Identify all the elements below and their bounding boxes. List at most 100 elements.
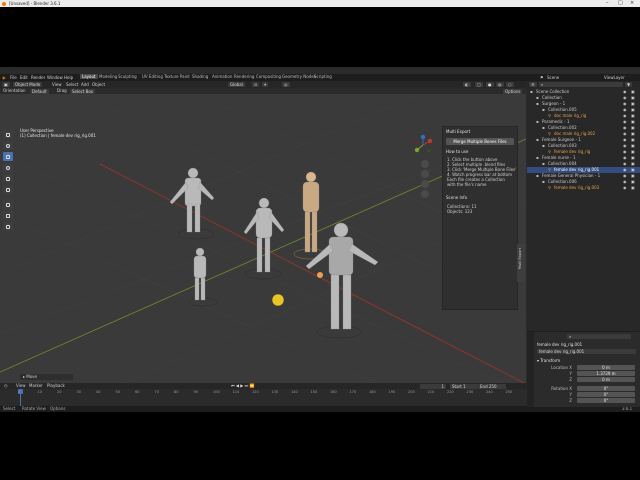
- annotate-tool-icon[interactable]: [3, 200, 13, 209]
- outliner[interactable]: ☰ ⌕ ▼ ▪ Scene Collection ◉ ▣ ▪ Collection ◉ ▣ ▪ S…: [527, 81, 640, 331]
- proportional-icon[interactable]: ◎: [282, 82, 290, 87]
- timeline-tick: 140: [291, 390, 298, 394]
- minimize-icon[interactable]: –: [606, 0, 609, 7]
- select-tool-icon[interactable]: [3, 130, 13, 139]
- filter-icon[interactable]: ▼: [625, 82, 633, 87]
- timeline-tick: 110: [232, 390, 240, 394]
- visibility-eye-icon[interactable]: ◉: [623, 185, 627, 191]
- workspace-tab-texture-paint[interactable]: Texture Paint: [162, 74, 192, 79]
- editor-type-icon[interactable]: ▣: [2, 82, 10, 87]
- orientation-dropdown[interactable]: Default: [30, 88, 49, 94]
- workspace-tab-rendering[interactable]: Rendering: [232, 74, 256, 79]
- menu-edit[interactable]: Edit: [20, 74, 28, 81]
- render-camera-icon[interactable]: ▣: [631, 185, 635, 191]
- end-frame-field[interactable]: End 250: [478, 383, 506, 389]
- rotate-tool-icon[interactable]: [3, 163, 13, 172]
- mode-selector[interactable]: Object Mode: [13, 82, 43, 87]
- drag-dropdown[interactable]: Select Box: [70, 88, 96, 94]
- top-menubar: ◉ File Edit Render Window Help Layout Mod…: [0, 74, 640, 81]
- rotation-x-field[interactable]: 0°: [577, 386, 635, 391]
- location-x-field[interactable]: 0 m: [577, 365, 635, 370]
- last-operator-panel[interactable]: ▸ Move: [20, 374, 73, 380]
- rendered-shading-icon[interactable]: ○: [506, 82, 514, 87]
- blender-menu-icon[interactable]: ◉: [2, 74, 6, 81]
- female-nurse-figure[interactable]: [243, 197, 285, 280]
- location-z-field[interactable]: 0 m: [577, 377, 635, 382]
- how-to-use-heading: How to use: [446, 149, 469, 154]
- location-y-field[interactable]: 1.3729 m: [577, 371, 635, 376]
- object-name-field[interactable]: female dev rig_rig.001: [537, 349, 636, 354]
- timeline-tick: 210: [427, 390, 435, 394]
- menu-view[interactable]: View: [52, 81, 62, 88]
- timeline-tick: 90: [193, 390, 198, 394]
- workspace-tab-sculpting[interactable]: Sculpting: [116, 74, 139, 79]
- cursor-tool-icon[interactable]: [3, 141, 13, 150]
- workspace-tab-animation[interactable]: Animation: [210, 74, 234, 79]
- workspace-tab-shading[interactable]: Shading: [190, 74, 210, 79]
- timeline-tick: 0: [18, 390, 21, 394]
- ortho-toggle-icon[interactable]: [421, 190, 429, 198]
- zoom-icon[interactable]: [421, 160, 429, 168]
- location-y-label: Y: [569, 371, 572, 376]
- timeline-tick: 200: [408, 390, 415, 394]
- timeline-tick: 160: [330, 390, 337, 394]
- panel-title: Multi Export: [446, 129, 471, 134]
- close-icon[interactable]: ×: [630, 0, 634, 7]
- tab-multi-export[interactable]: Multi Export: [517, 244, 525, 282]
- overlay-icon[interactable]: ◐: [463, 82, 471, 87]
- rotation-y-field[interactable]: 0°: [577, 392, 635, 397]
- solid-shading-icon[interactable]: ●: [486, 82, 494, 87]
- maximize-icon[interactable]: □: [618, 0, 623, 7]
- 3d-cursor-icon[interactable]: [271, 293, 285, 307]
- outliner-row-label: female dev rig_rig.003: [554, 185, 600, 190]
- workspace-tab-layout[interactable]: Layout: [80, 74, 98, 79]
- menu-add[interactable]: Add: [81, 81, 89, 88]
- timeline-tick: 40: [96, 390, 101, 394]
- scene-selector[interactable]: Scene: [547, 74, 559, 81]
- material-shading-icon[interactable]: ◍: [496, 82, 504, 87]
- scene-icon[interactable]: ⚑: [540, 74, 544, 81]
- child-figure[interactable]: [188, 247, 218, 307]
- pan-icon[interactable]: [421, 170, 429, 178]
- menu-file[interactable]: File: [10, 74, 17, 81]
- timeline-tick: 130: [271, 390, 279, 394]
- workspace-tab-compositing[interactable]: Compositing: [254, 74, 283, 79]
- view-layer-selector[interactable]: ViewLayer: [604, 74, 625, 81]
- start-frame-field[interactable]: Start 1: [450, 383, 478, 389]
- scale-tool-icon[interactable]: [3, 174, 13, 183]
- female-surgeon-figure[interactable]: [293, 171, 327, 260]
- menu-window[interactable]: Window: [47, 74, 63, 81]
- workspace-tab-scripting[interactable]: Scripting: [312, 74, 334, 79]
- snap-icon[interactable]: ⌖: [262, 82, 269, 87]
- add-cube-tool-icon[interactable]: [3, 222, 13, 231]
- transform-orientation[interactable]: Global: [228, 82, 245, 87]
- timeline-tick: 30: [76, 390, 81, 394]
- outliner-search-input[interactable]: ⌕: [539, 82, 623, 87]
- rotation-y-label: Y: [569, 392, 572, 397]
- menu-help[interactable]: Help: [64, 74, 73, 81]
- menu-select[interactable]: Select: [66, 81, 78, 88]
- menu-render[interactable]: Render: [31, 74, 45, 81]
- merge-multiple-button[interactable]: Merge Multiple Bones Files: [446, 138, 514, 145]
- navigation-gizmo[interactable]: [412, 134, 434, 156]
- outliner-row[interactable]: ⚲ female dev rig_rig.003 ◉ ▣: [527, 185, 640, 191]
- properties-search-input[interactable]: ⌕: [567, 334, 631, 339]
- xray-icon[interactable]: ▢: [475, 82, 483, 87]
- 3d-viewport[interactable]: User Perspective (1) Collection | female…: [0, 94, 526, 394]
- transform-tool-icon[interactable]: [3, 185, 13, 194]
- current-frame-field[interactable]: 1: [420, 383, 446, 389]
- pivot-icon[interactable]: ⊙: [252, 82, 260, 87]
- transform-section[interactable]: ▾ Transform: [537, 358, 560, 363]
- menu-object[interactable]: Object: [92, 81, 105, 88]
- rotation-label: Rotation X: [551, 386, 572, 391]
- timeline-tick: 100: [213, 390, 220, 394]
- armature-icon: ⚲: [548, 185, 551, 190]
- object-name-label: female dev rig_rig.001: [537, 342, 583, 347]
- rotation-z-field[interactable]: 0°: [577, 398, 635, 403]
- camera-view-icon[interactable]: [421, 180, 429, 188]
- options-dropdown[interactable]: Options: [503, 88, 523, 94]
- outliner-editor-icon[interactable]: ☰: [529, 82, 537, 87]
- move-tool-icon[interactable]: [3, 152, 13, 161]
- timeline-tick: 180: [369, 390, 376, 394]
- measure-tool-icon[interactable]: [3, 211, 13, 220]
